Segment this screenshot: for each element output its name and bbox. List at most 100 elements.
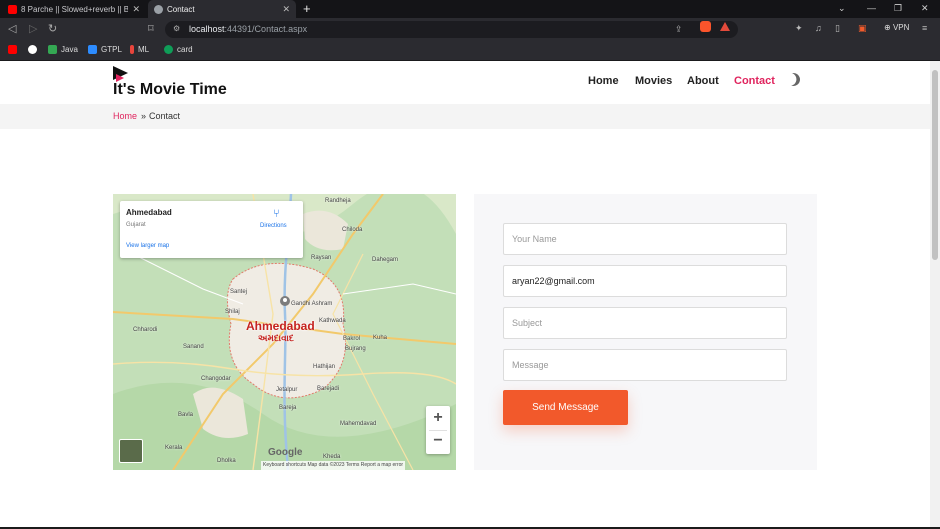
nav-contact[interactable]: Contact	[734, 75, 775, 87]
message-input[interactable]	[503, 349, 787, 381]
name-input[interactable]	[503, 223, 787, 255]
map-town-label: Sanand	[183, 344, 204, 350]
map-town-label: Jetalpur	[276, 387, 298, 393]
map-zoom-control: + −	[426, 406, 450, 454]
nav-home[interactable]: Home	[588, 75, 619, 87]
bookmarks-bar: Java GTPL ML card	[0, 41, 940, 61]
map-town-label: Kathwada	[319, 318, 346, 324]
extensions-icon[interactable]: ✦	[795, 23, 803, 34]
bookmark-java[interactable]: Java	[48, 45, 78, 54]
restore-icon[interactable]: ❐	[894, 3, 902, 14]
google-logo: Google	[268, 447, 303, 458]
tab-youtube[interactable]: 8 Parche || Slowed+reverb || Baani ✕	[2, 0, 146, 18]
moon-icon[interactable]	[785, 71, 803, 89]
back-icon[interactable]: ◁	[8, 22, 16, 36]
tab-title: Contact	[167, 4, 195, 14]
breadcrumb-home[interactable]: Home	[113, 111, 137, 121]
map-place-title: Ahmedabad	[126, 208, 172, 217]
map-attribution[interactable]: Keyboard shortcuts Map data ©2023 Terms …	[261, 461, 406, 470]
map-town-label: Chharodi	[133, 327, 158, 333]
directions-link[interactable]: Directions	[260, 223, 287, 229]
tab-contact[interactable]: Contact ✕	[148, 0, 296, 18]
bookmark-gtpl[interactable]: GTPL	[88, 45, 122, 54]
nav-about[interactable]: About	[687, 75, 719, 87]
minimize-icon[interactable]: —	[867, 3, 876, 13]
map-city-label: Ahmedabad	[246, 319, 315, 333]
youtube-icon	[8, 45, 17, 54]
bookmark-youtube[interactable]	[8, 45, 17, 54]
subject-input[interactable]	[503, 307, 787, 339]
new-tab-icon[interactable]: +	[303, 2, 311, 16]
map-town-label: Dahegam	[372, 257, 399, 263]
card-icon	[164, 45, 173, 54]
satellite-toggle[interactable]	[119, 439, 143, 463]
map-town-label: Bujrang	[345, 346, 366, 352]
map-town-label: Changodar	[201, 376, 231, 382]
zoom-out-button[interactable]: −	[426, 430, 450, 452]
wallet-icon[interactable]: ▣	[858, 23, 867, 34]
bookmark-ml[interactable]: ML	[130, 45, 149, 54]
breadcrumb-current: Contact	[149, 111, 181, 121]
nav-movies[interactable]: Movies	[635, 75, 672, 87]
send-message-button[interactable]: Send Message	[503, 390, 628, 425]
drive-icon	[48, 45, 57, 54]
map-city-label-gujarati: અમદાવાદ	[258, 333, 294, 343]
url-text[interactable]: localhost:44391/Contact.aspx	[189, 24, 307, 34]
map-town-label: Bakrol	[343, 336, 361, 342]
google-map[interactable]: Ahmedabad Gujarat ⑂ Directions View larg…	[113, 194, 456, 470]
globe-icon	[154, 4, 163, 14]
brave-rewards-icon[interactable]	[720, 22, 730, 31]
breadcrumb-separator: »	[141, 111, 147, 121]
vpn-button[interactable]: ⊕ VPN	[884, 23, 909, 32]
menu-icon[interactable]: ≡	[922, 23, 927, 33]
map-town-label: Raysan	[311, 255, 332, 261]
web-page: It's Movie Time Home Movies About Contac…	[0, 61, 930, 529]
tab-title: 8 Parche || Slowed+reverb || Baani	[21, 4, 129, 14]
bookmark-icon[interactable]: ⌑	[148, 22, 154, 36]
music-icon[interactable]: ♫	[815, 23, 822, 33]
map-town-label: Santej	[230, 289, 248, 295]
tab-strip: 8 Parche || Slowed+reverb || Baani ✕ Con…	[0, 0, 940, 18]
close-icon[interactable]: ✕	[282, 4, 290, 15]
youtube-icon	[8, 4, 17, 14]
zm-icon	[88, 45, 97, 54]
window-close-icon[interactable]: ✕	[921, 3, 929, 14]
view-larger-map-link[interactable]: View larger map	[126, 243, 169, 249]
map-town-label: Gandhi Ashram	[291, 301, 333, 307]
browser-toolbar: ◁ ▷ ↻ ⌑ ⚙ localhost:44391/Contact.aspx ⇪…	[0, 18, 940, 41]
close-icon[interactable]: ✕	[132, 4, 140, 15]
breadcrumb: Home » Contact	[0, 104, 930, 129]
logo-play-icon[interactable]	[113, 66, 128, 82]
brave-shield-icon[interactable]	[700, 21, 711, 32]
zoom-in-button[interactable]: +	[426, 407, 450, 429]
sidebar-icon[interactable]: ▯	[835, 23, 840, 34]
email-input[interactable]	[503, 265, 787, 297]
reload-icon[interactable]: ↻	[48, 22, 57, 36]
site-info-icon[interactable]: ⚙	[173, 24, 180, 33]
directions-icon[interactable]: ⑂	[273, 208, 280, 220]
share-icon[interactable]: ⇪	[675, 24, 683, 35]
address-bar[interactable]: ⚙ localhost:44391/Contact.aspx ⇪	[165, 21, 738, 38]
forward-icon[interactable]: ▷	[29, 22, 37, 36]
chevron-down-icon[interactable]: ⌄	[838, 3, 846, 14]
map-town-label: Bavla	[178, 412, 194, 418]
map-town-label: Dholka	[217, 458, 236, 464]
site-title[interactable]: It's Movie Time	[113, 81, 227, 99]
bookmark-github[interactable]	[28, 45, 37, 54]
ml-icon	[130, 45, 134, 54]
map-town-label: Randheja	[325, 198, 351, 204]
map-info-card: Ahmedabad Gujarat ⑂ Directions View larg…	[120, 201, 303, 258]
map-town-label: Shilaj	[225, 309, 240, 315]
scrollbar-thumb[interactable]	[932, 70, 938, 260]
browser-chrome: 8 Parche || Slowed+reverb || Baani ✕ Con…	[0, 0, 940, 61]
map-town-label: Kuha	[373, 335, 388, 341]
github-icon	[28, 45, 37, 54]
map-town-label: Mahemdavad	[340, 421, 377, 427]
bookmark-card[interactable]: card	[164, 45, 193, 54]
map-place-subtitle: Gujarat	[126, 222, 146, 228]
map-town-label: Kheda	[323, 454, 341, 460]
map-town-label: Barejadi	[317, 386, 340, 392]
map-town-label: Chiloda	[342, 227, 363, 233]
map-town-label: Hathijan	[313, 364, 336, 370]
contact-form: Send Message	[474, 194, 817, 470]
